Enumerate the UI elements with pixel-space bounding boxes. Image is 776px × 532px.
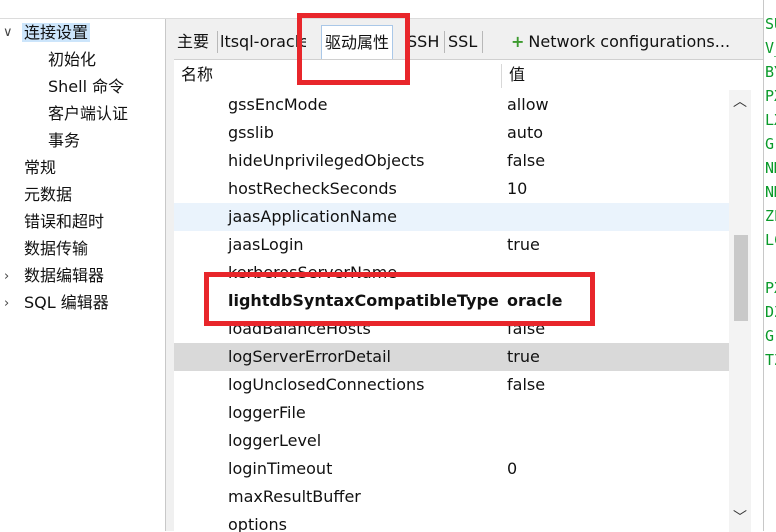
tab-separator — [217, 31, 218, 53]
terminal-line: DZ — [765, 303, 776, 321]
tab-main[interactable]: 主要 — [177, 28, 209, 56]
property-name: logServerErrorDetail — [228, 347, 391, 366]
column-header-name[interactable]: 名称 — [181, 60, 213, 90]
add-icon: + — [511, 32, 525, 51]
network-configurations-label: Network configurations... — [528, 32, 731, 51]
highlight-box-driver-tab — [297, 13, 410, 85]
table-row[interactable]: gssEncMode allow — [174, 91, 729, 119]
terminal-line: BY — [765, 63, 776, 81]
column-header-value[interactable]: 值 — [509, 60, 525, 90]
tab-separator — [482, 31, 483, 53]
settings-nav-tree: ∨ 连接设置 初始化 Shell 命令 客户端认证 事务 常规 元数据 错误和超… — [0, 19, 165, 531]
property-name: gsslib — [228, 123, 274, 142]
table-row[interactable]: loggerLevel — [174, 427, 729, 455]
terminal-line: G — [765, 135, 775, 153]
terminal-line: NM — [765, 159, 776, 177]
property-value[interactable]: false — [507, 371, 545, 399]
property-name: gssEncMode — [228, 95, 328, 114]
tab-ltsql-oracle[interactable]: ltsql-oracle — [220, 28, 306, 56]
column-divider[interactable] — [501, 64, 502, 88]
property-name: logUnclosedConnections — [228, 375, 425, 394]
property-name: hideUnprivilegedObjects — [228, 151, 425, 170]
nav-item-data-transfer[interactable]: 数据传输 — [24, 236, 88, 262]
nav-item-data-editor[interactable]: 数据编辑器 — [24, 263, 104, 289]
expand-toggle-icon[interactable]: › — [4, 269, 9, 284]
property-value[interactable]: auto — [507, 119, 543, 147]
terminal-line: PX — [765, 279, 776, 297]
nav-item-connection-settings[interactable]: 连接设置 — [22, 20, 91, 46]
property-name: loginTimeout — [228, 459, 333, 478]
property-name: options — [228, 515, 287, 532]
property-value[interactable]: true — [507, 231, 540, 259]
property-name: maxResultBuffer — [228, 487, 361, 506]
scroll-down-icon[interactable]: ﹀ — [732, 510, 748, 526]
network-configurations-button[interactable]: + Network configurations... — [511, 28, 730, 56]
table-row[interactable]: logUnclosedConnections false — [174, 371, 729, 399]
tab-ssl[interactable]: SSL — [448, 28, 477, 56]
table-row[interactable]: loginTimeout 0 — [174, 455, 729, 483]
expand-toggle-icon[interactable]: ∨ — [3, 25, 13, 40]
property-value[interactable]: true — [507, 343, 540, 371]
nav-item-client-auth[interactable]: 客户端认证 — [48, 101, 128, 127]
terminal-line: TZ — [765, 351, 776, 369]
nav-item-transactions[interactable]: 事务 — [48, 128, 80, 154]
nav-item-sql-editor[interactable]: SQL 编辑器 — [24, 290, 109, 316]
table-row[interactable]: logServerErrorDetail true — [174, 343, 729, 371]
terminal-line: LC — [765, 231, 776, 249]
table-row[interactable]: options — [174, 511, 729, 532]
property-name: jaasApplicationName — [228, 207, 397, 226]
terminal-line: LX — [765, 111, 776, 129]
tab-ssh[interactable]: SSH — [407, 28, 439, 56]
terminal-line: NM — [765, 183, 776, 201]
terminal-line: ZE — [765, 207, 776, 225]
table-row[interactable]: maxResultBuffer — [174, 483, 729, 511]
table-row[interactable]: jaasLogin true — [174, 231, 729, 259]
terminal-line: V_ — [765, 39, 776, 57]
property-value[interactable]: allow — [507, 91, 549, 119]
nav-item-general[interactable]: 常规 — [24, 155, 56, 181]
table-row[interactable]: loggerFile — [174, 399, 729, 427]
nav-item-metadata[interactable]: 元数据 — [24, 182, 72, 208]
property-value[interactable]: 10 — [507, 175, 527, 203]
property-value[interactable]: 0 — [507, 455, 517, 483]
nav-item-label: 连接设置 — [22, 23, 91, 42]
vertical-scrollbar[interactable]: ︿ ﹀ — [729, 90, 751, 532]
table-row[interactable]: jaasApplicationName — [174, 203, 729, 231]
scrollbar-thumb[interactable] — [734, 235, 748, 321]
tab-separator — [444, 31, 445, 53]
terminal-edge-panel: SU V_ BY PX LX G NM NM ZE LC PX DZ G) TZ — [763, 0, 776, 531]
table-row[interactable]: hostRecheckSeconds 10 — [174, 175, 729, 203]
property-name: loggerLevel — [228, 431, 322, 450]
scroll-up-icon[interactable]: ︿ — [732, 94, 748, 110]
nav-item-init[interactable]: 初始化 — [48, 47, 96, 73]
nav-item-errors-timeouts[interactable]: 错误和超时 — [24, 209, 104, 235]
nav-item-shell-commands[interactable]: Shell 命令 — [48, 74, 124, 100]
highlight-box-compat-row — [204, 272, 595, 326]
table-row[interactable]: hideUnprivilegedObjects false — [174, 147, 729, 175]
property-value[interactable]: false — [507, 147, 545, 175]
table-row[interactable]: gsslib auto — [174, 119, 729, 147]
expand-toggle-icon[interactable]: › — [4, 296, 9, 311]
property-name: jaasLogin — [228, 235, 304, 254]
property-name: hostRecheckSeconds — [228, 179, 397, 198]
terminal-line: PX — [765, 87, 776, 105]
property-name: loggerFile — [228, 403, 306, 422]
terminal-line: SU — [765, 15, 776, 33]
terminal-line: G) — [765, 327, 776, 345]
